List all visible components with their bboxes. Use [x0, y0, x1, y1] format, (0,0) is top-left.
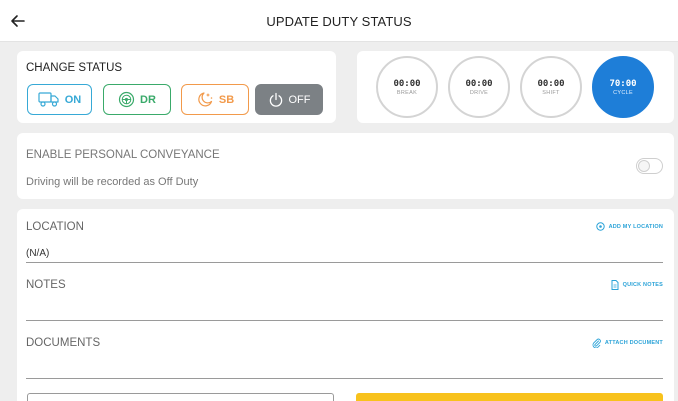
power-icon	[269, 92, 282, 107]
break-clock-time: 00:00	[393, 78, 421, 89]
break-clock: 00:00 BREAK	[376, 56, 438, 118]
secondary-bottom-button[interactable]	[27, 393, 334, 401]
cycle-clock: 70:00 CYCLE	[592, 56, 654, 118]
notes-label: NOTES	[26, 279, 66, 291]
shift-clock: 00:00 SHIFT	[520, 56, 582, 118]
documents-underline	[26, 378, 663, 379]
documents-label: DOCUMENTS	[26, 337, 101, 349]
status-on-button[interactable]: ON	[27, 84, 92, 115]
status-dr-label: DR	[140, 93, 156, 106]
status-off-label: OFF	[288, 93, 311, 106]
shift-clock-time: 00:00	[537, 78, 565, 89]
truck-icon	[38, 92, 59, 107]
page-title: UPDATE DUTY STATUS	[266, 14, 412, 29]
duty-form-card: LOCATION ADD MY LOCATION (N/A) NOTES QUI…	[17, 209, 674, 401]
status-dr-button[interactable]: DR	[103, 84, 171, 115]
status-sb-label: SB	[218, 93, 235, 106]
change-status-card: CHANGE STATUS ON DR SB OFF	[17, 51, 336, 123]
clocks-card: 00:00 BREAK 00:00 DRIVE 00:00 SHIFT 70:0…	[357, 51, 674, 123]
status-off-button[interactable]: OFF	[255, 84, 323, 115]
personal-conveyance-toggle[interactable]	[636, 158, 663, 174]
change-status-title: CHANGE STATUS	[26, 62, 123, 74]
status-sb-button[interactable]: SB	[181, 84, 249, 115]
status-on-label: ON	[64, 93, 82, 106]
top-bar: UPDATE DUTY STATUS	[0, 0, 678, 42]
cycle-clock-time: 70:00	[609, 78, 637, 89]
location-value: (N/A)	[26, 248, 50, 259]
drive-clock: 00:00 DRIVE	[448, 56, 510, 118]
location-label: LOCATION	[26, 221, 84, 233]
location-underline	[26, 262, 663, 263]
add-my-location-link[interactable]: ADD MY LOCATION	[595, 222, 663, 231]
steering-wheel-icon	[118, 91, 135, 108]
documents-input[interactable]	[26, 353, 663, 377]
add-my-location-label: ADD MY LOCATION	[608, 223, 663, 230]
quick-notes-link[interactable]: QUICK NOTES	[611, 280, 663, 290]
personal-conveyance-card: ENABLE PERSONAL CONVEYANCE Driving will …	[17, 133, 674, 199]
personal-conveyance-subtitle: Driving will be recorded as Off Duty	[26, 176, 199, 188]
drive-clock-time: 00:00	[465, 78, 493, 89]
moon-stars-icon	[198, 92, 213, 107]
notes-input[interactable]	[26, 295, 663, 319]
notes-underline	[26, 320, 663, 321]
personal-conveyance-title: ENABLE PERSONAL CONVEYANCE	[26, 149, 220, 161]
quick-notes-label: QUICK NOTES	[622, 282, 663, 288]
attach-document-label: ATTACH DOCUMENT	[604, 340, 663, 346]
paperclip-icon	[592, 338, 601, 348]
toggle-knob	[638, 160, 650, 172]
primary-bottom-button[interactable]	[356, 393, 663, 401]
document-icon	[611, 280, 619, 290]
shift-clock-label: SHIFT	[542, 89, 560, 96]
attach-document-link[interactable]: ATTACH DOCUMENT	[592, 338, 663, 348]
break-clock-label: BREAK	[396, 89, 418, 96]
location-target-icon	[595, 222, 605, 231]
cycle-clock-label: CYCLE	[613, 89, 633, 96]
drive-clock-label: DRIVE	[469, 89, 489, 96]
